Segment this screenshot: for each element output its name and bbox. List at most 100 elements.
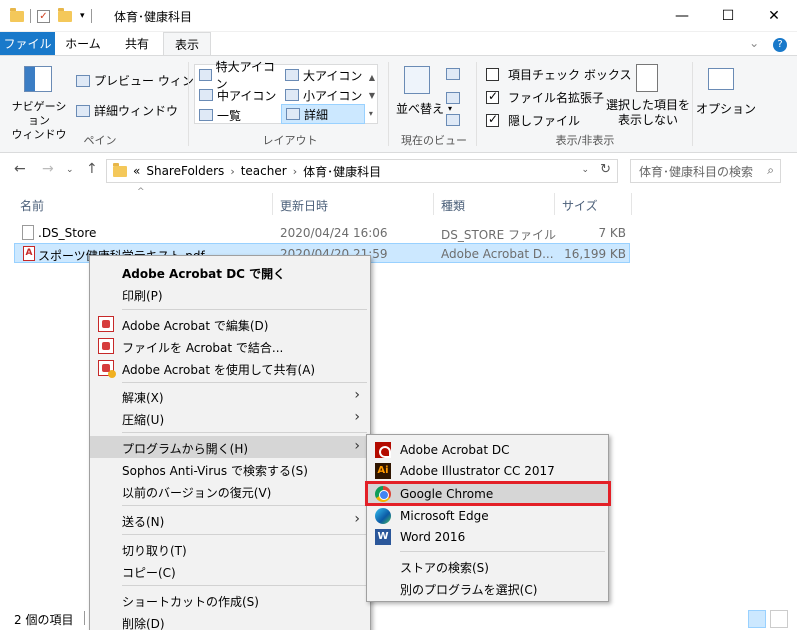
breadcrumb-teacher[interactable]: teacher [241, 164, 287, 178]
item-checkboxes-toggle[interactable]: 項目チェック ボックス [486, 66, 631, 83]
column-date[interactable]: 更新日時 [280, 197, 328, 214]
file-name: .DS_Store [38, 226, 97, 240]
ribbon-tabs: ファイル ホーム 共有 表示 ⌄ ? [0, 32, 797, 56]
acrobat-combine-icon [98, 338, 114, 354]
column-type[interactable]: 種類 [441, 197, 465, 214]
file-type: Adobe Acrobat D... [441, 247, 554, 261]
title-bar: ✓ ▾ 体育･健康科目 — ☐ ✕ [0, 0, 797, 32]
forward-arrow-icon[interactable]: → [42, 161, 54, 177]
menu-open-acrobat[interactable]: Adobe Acrobat DC で開く [90, 261, 370, 283]
details-pane-button[interactable]: 詳細ウィンドウ [76, 102, 178, 119]
sort-icon[interactable] [404, 66, 430, 94]
tab-home[interactable]: ホーム [55, 32, 111, 56]
menu-restore-versions[interactable]: 以前のバージョンの復元(V) [90, 480, 370, 502]
file-row[interactable]: .DS_Store 2020/04/24 16:06 DS_STORE ファイル… [14, 223, 630, 243]
hidden-files-toggle[interactable]: 隠しファイル [486, 112, 580, 129]
back-arrow-icon[interactable]: ← [14, 161, 26, 177]
chevron-down-icon[interactable]: ▾ [80, 11, 85, 21]
new-folder-icon[interactable] [58, 7, 72, 22]
properties-icon[interactable]: ✓ [37, 9, 50, 23]
acrobat-share-icon [98, 360, 116, 378]
file-size: 16,199 KB [564, 247, 626, 261]
breadcrumb-overflow[interactable]: « [133, 164, 140, 178]
options-button[interactable]: オプション [696, 100, 756, 117]
recent-locations-icon[interactable]: ⌄ [66, 165, 74, 175]
layout-large-icons[interactable]: 大アイコン [281, 65, 365, 85]
tab-file[interactable]: ファイル [0, 32, 55, 56]
hide-selected-button[interactable]: 選択した項目を 表示しない [606, 98, 690, 128]
showhide-group-label: 表示/非表示 [555, 134, 615, 147]
open-with-word[interactable]: W Word 2016 [367, 526, 608, 548]
open-with-illustrator[interactable]: Ai Adobe Illustrator CC 2017 [367, 460, 608, 482]
menu-delete[interactable]: 削除(D) [90, 611, 370, 630]
tab-share[interactable]: 共有 [111, 32, 163, 56]
word-icon: W [375, 529, 391, 545]
open-with-choose-other[interactable]: 別のプログラムを選択(C) [367, 577, 608, 599]
menu-copy[interactable]: コピー(C) [90, 560, 370, 582]
minimize-button[interactable]: — [659, 0, 705, 32]
options-icon[interactable] [708, 68, 734, 90]
file-date: 2020/04/24 16:06 [280, 226, 388, 240]
menu-extract[interactable]: 解凍(X) › [90, 385, 370, 407]
file-icon [22, 225, 34, 240]
edge-icon [375, 508, 391, 524]
checkbox-checked[interactable] [486, 89, 499, 104]
close-button[interactable]: ✕ [751, 0, 797, 32]
menu-print[interactable]: 印刷(P) [90, 283, 370, 305]
details-view-icon[interactable] [748, 610, 766, 628]
chevron-right-icon[interactable]: › [230, 165, 234, 178]
checkbox[interactable] [486, 68, 499, 81]
pdf-icon: A [23, 246, 35, 261]
address-bar[interactable]: « ShareFolders › teacher › 体育･健康科目 ⌄ ↻ [106, 159, 618, 183]
maximize-button[interactable]: ☐ [705, 0, 751, 32]
menu-share-acrobat[interactable]: Adobe Acrobat を使用して共有(A) [90, 357, 370, 379]
file-type: DS_STORE ファイル [441, 228, 556, 242]
open-with-acrobat[interactable]: Adobe Acrobat DC [367, 439, 608, 461]
file-size: 7 KB [598, 226, 626, 240]
layout-extra-large-icons[interactable]: 特大アイコン [195, 60, 279, 91]
navigation-pane-button[interactable]: ナビゲーション ウィンドウ [8, 100, 70, 142]
gallery-scroll[interactable]: ▲ ▼ ▾ [369, 69, 375, 123]
list-icon [199, 109, 213, 121]
extra-large-icons-icon [199, 69, 212, 81]
search-box[interactable]: 体育･健康科目の検索 ⌕ [630, 159, 781, 183]
breadcrumb-current[interactable]: 体育･健康科目 [303, 163, 381, 180]
menu-sophos-scan[interactable]: Sophos Anti-Virus で検索する(S) [90, 458, 370, 480]
layout-small-icons[interactable]: 小アイコン [281, 85, 365, 105]
sort-button[interactable]: 並べ替え ▾ [396, 100, 452, 117]
checkbox-checked[interactable] [486, 112, 499, 127]
menu-open-with[interactable]: プログラムから開く(H) › [90, 436, 370, 458]
navigation-pane-icon[interactable] [24, 66, 52, 92]
layout-list[interactable]: 一覧 [195, 105, 279, 125]
chevron-right-icon: › [354, 409, 360, 425]
chevron-right-icon[interactable]: › [293, 165, 297, 178]
breadcrumb-sharefolders[interactable]: ShareFolders [146, 164, 224, 178]
context-menu: Adobe Acrobat DC で開く 印刷(P) Adobe Acrobat… [89, 255, 371, 630]
help-icon[interactable]: ? [773, 38, 787, 52]
menu-cut[interactable]: 切り取り(T) [90, 538, 370, 560]
add-columns-icon[interactable] [446, 92, 460, 104]
column-size[interactable]: サイズ [562, 197, 598, 214]
pane-group-label: ペイン [83, 134, 117, 147]
chevron-down-icon[interactable]: ⌄ [581, 165, 589, 175]
open-with-edge[interactable]: Microsoft Edge [367, 505, 608, 527]
column-name[interactable]: 名前 [20, 197, 44, 214]
menu-edit-acrobat[interactable]: Adobe Acrobat で編集(D) [90, 313, 370, 335]
layout-group-label: レイアウト [262, 134, 318, 147]
open-with-store-search[interactable]: ストアの検索(S) [367, 555, 608, 577]
refresh-icon[interactable]: ↻ [600, 162, 611, 177]
chevron-down-icon[interactable]: ⌄ [749, 36, 759, 50]
up-arrow-icon[interactable]: ↑ [86, 161, 98, 177]
menu-create-shortcut[interactable]: ショートカットの作成(S) [90, 589, 370, 611]
menu-compress[interactable]: 圧縮(U) › [90, 407, 370, 429]
large-icons-view-icon[interactable] [770, 610, 788, 628]
layout-details[interactable]: 詳細 [281, 104, 365, 124]
size-columns-icon[interactable] [446, 114, 460, 126]
tab-view[interactable]: 表示 [163, 32, 211, 56]
layout-medium-icons[interactable]: 中アイコン [195, 85, 279, 105]
group-by-icon[interactable] [446, 68, 460, 80]
file-extensions-toggle[interactable]: ファイル名拡張子 [486, 89, 604, 106]
menu-combine-acrobat[interactable]: ファイルを Acrobat で結合... [90, 335, 370, 357]
hide-selected-icon[interactable] [636, 64, 658, 92]
menu-send-to[interactable]: 送る(N) › [90, 509, 370, 531]
